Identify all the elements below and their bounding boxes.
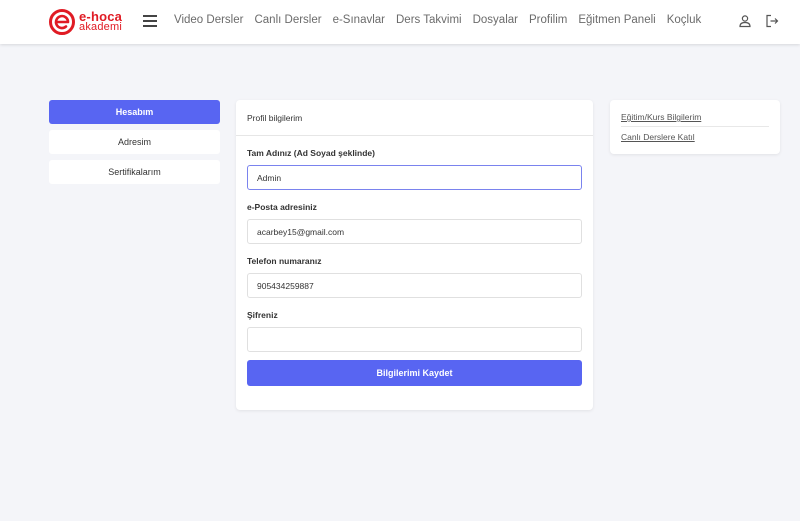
account-menu: Hesabım Adresim Sertifikalarım xyxy=(49,100,220,190)
account-menu-item-hesabim[interactable]: Hesabım xyxy=(49,100,220,124)
email-label: e-Posta adresiniz xyxy=(247,202,317,212)
nav-profilim[interactable]: Profilim xyxy=(529,14,567,26)
full-name-label: Tam Adınız (Ad Soyad şeklinde) xyxy=(247,148,375,158)
nav-kocluk[interactable]: Koçluk xyxy=(667,14,702,26)
nav-dosyalar[interactable]: Dosyalar xyxy=(473,14,518,26)
account-menu-item-adresim[interactable]: Adresim xyxy=(49,130,220,154)
profile-card-title: Profil bilgilerim xyxy=(236,100,593,136)
password-label: Şifreniz xyxy=(247,310,278,320)
nav-ders-takvimi[interactable]: Ders Takvimi xyxy=(396,14,462,26)
logout-icon[interactable] xyxy=(765,14,779,28)
phone-label: Telefon numaranız xyxy=(247,256,322,266)
side-links-card: Eğitim/Kurs Bilgilerim Canlı Derslere Ka… xyxy=(610,100,780,154)
full-name-input[interactable]: Admin xyxy=(247,165,582,190)
education-info-link[interactable]: Eğitim/Kurs Bilgilerim xyxy=(621,112,769,127)
join-live-lessons-link[interactable]: Canlı Derslere Katıl xyxy=(621,132,769,142)
menu-icon[interactable] xyxy=(143,15,157,27)
password-input[interactable] xyxy=(247,327,582,352)
profile-form: Tam Adınız (Ad Soyad şeklinde) Admin e-P… xyxy=(236,148,593,386)
profile-card: Profil bilgilerim Tam Adınız (Ad Soyad ş… xyxy=(236,100,593,410)
nav-egitmen-paneli[interactable]: Eğitmen Paneli xyxy=(578,14,655,26)
account-menu-item-sertifikalarim[interactable]: Sertifikalarım xyxy=(49,160,220,184)
user-icon[interactable] xyxy=(738,14,752,28)
brand-subtitle: akademi xyxy=(79,21,122,33)
logo-mark-icon xyxy=(49,9,75,35)
brand-logo[interactable]: e-hoca akademi xyxy=(49,9,122,35)
nav-e-sinavlar[interactable]: e-Sınavlar xyxy=(333,14,385,26)
phone-input[interactable]: 905434259887 xyxy=(247,273,582,298)
top-header: e-hoca akademi Video Dersler Canlı Dersl… xyxy=(0,0,800,44)
nav-canli-dersler[interactable]: Canlı Dersler xyxy=(254,14,321,26)
nav-video-dersler[interactable]: Video Dersler xyxy=(174,14,243,26)
save-profile-button[interactable]: Bilgilerimi Kaydet xyxy=(247,360,582,386)
email-input[interactable]: acarbey15@gmail.com xyxy=(247,219,582,244)
main-nav: Video Dersler Canlı Dersler e-Sınavlar D… xyxy=(174,14,701,26)
